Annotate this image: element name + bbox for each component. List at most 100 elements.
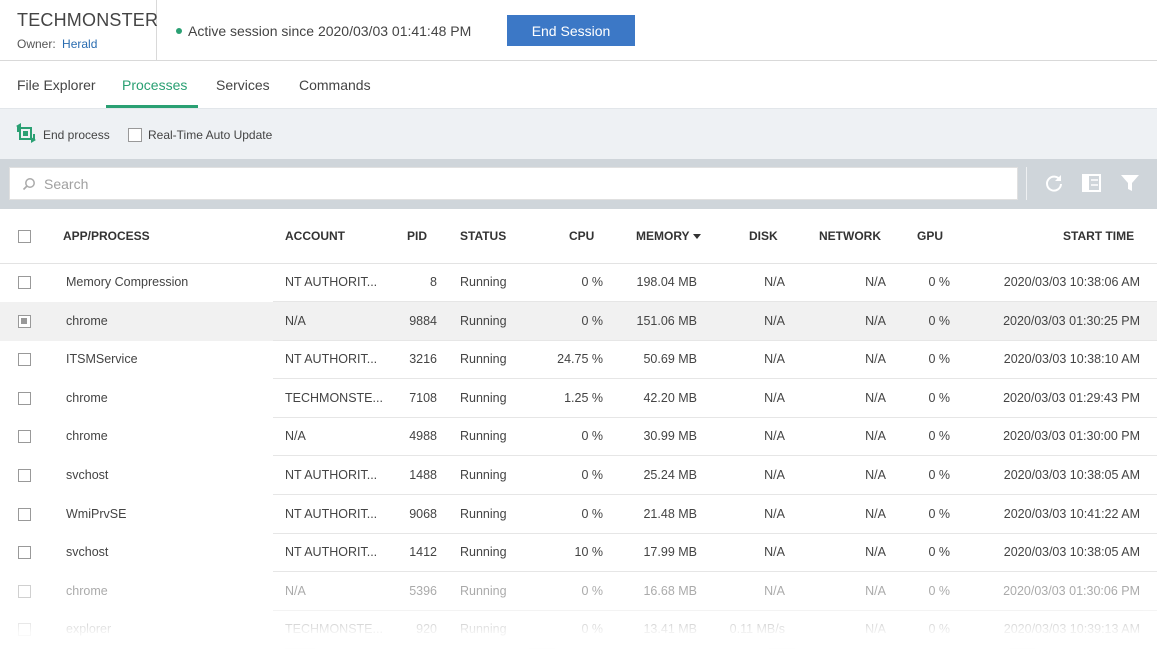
table-row[interactable]: Memory Compression NT AUTHORIT... 8 Running… xyxy=(0,263,1157,302)
cell-memory: 25.24 MB xyxy=(643,468,697,482)
row-select[interactable] xyxy=(18,391,31,408)
cell-status: Running xyxy=(460,275,507,289)
cell-app: WmiPrvSE xyxy=(66,506,127,521)
col-disk[interactable]: DISK xyxy=(749,229,778,243)
row-select[interactable] xyxy=(18,623,31,639)
col-memory[interactable]: MEMORY xyxy=(636,229,701,243)
row-checkbox[interactable] xyxy=(18,391,31,405)
row-checkbox[interactable] xyxy=(18,353,31,367)
col-start-time[interactable]: START TIME xyxy=(1063,229,1134,243)
filter-icon[interactable] xyxy=(1119,172,1141,194)
cell-cpu: 0 % xyxy=(581,429,603,444)
cell-account: N/A xyxy=(285,429,306,444)
cell-network: N/A xyxy=(865,583,886,598)
table-row[interactable]: ITSMService NT AUTHORIT... 3216 Running 24.7… xyxy=(0,340,1157,380)
owner-label: Owner: xyxy=(17,37,56,51)
auto-update-checkbox[interactable] xyxy=(128,128,142,142)
cell-account: NT AUTHORIT... xyxy=(285,352,378,367)
tab-processes[interactable]: Processes xyxy=(122,77,187,93)
row-select[interactable] xyxy=(18,507,31,524)
row-checkbox[interactable] xyxy=(18,430,31,444)
search-box[interactable] xyxy=(9,167,1018,200)
end-process-label: End process xyxy=(43,128,110,142)
cell-memory: 21.48 MB xyxy=(643,506,697,521)
cell-status: Running xyxy=(460,390,507,405)
row-select[interactable] xyxy=(18,469,31,485)
cell-pid: 4988 xyxy=(409,429,437,444)
col-memory-label: MEMORY xyxy=(636,229,690,243)
tab-services[interactable]: Services xyxy=(216,77,270,93)
cell-memory: 42.20 MB xyxy=(643,390,697,405)
col-account[interactable]: ACCOUNT xyxy=(285,229,345,243)
device-info: TECHMONSTER Owner: Herald xyxy=(0,0,158,60)
search-input[interactable] xyxy=(44,168,1004,199)
row-select[interactable] xyxy=(18,314,31,331)
columns-icon[interactable] xyxy=(1081,172,1103,194)
cell-network: N/A xyxy=(865,429,886,444)
end-process-icon[interactable] xyxy=(15,122,37,144)
cell-app: chrome xyxy=(66,429,108,444)
table-row[interactable]: chrome N/A 9884 Running 0 % 151.06 MB N/A N/A 0 … xyxy=(0,301,1157,341)
table-row[interactable]: svchost NT AUTHORIT... 1488 Running 0 % 25.24… xyxy=(0,456,1157,495)
col-network[interactable]: NETWORK xyxy=(819,229,881,243)
search-bar xyxy=(0,159,1157,209)
cell-disk: N/A xyxy=(764,429,785,444)
cell-app: svchost xyxy=(66,468,109,482)
cell-app: chrome xyxy=(66,583,108,598)
select-all-checkbox[interactable] xyxy=(18,230,31,243)
row-select[interactable] xyxy=(18,353,31,369)
row-checkbox[interactable] xyxy=(18,314,31,328)
row-checkbox[interactable] xyxy=(18,276,31,289)
tab-file-explorer[interactable]: File Explorer xyxy=(17,77,96,93)
table-row[interactable]: svchost NT AUTHORIT... 1412 Running 10 % 17.9… xyxy=(0,533,1157,573)
col-app-process[interactable]: APP/PROCESS xyxy=(63,229,150,243)
cell-start-time: 2020/03/03 01:30:06 PM xyxy=(1003,583,1140,598)
end-session-button[interactable]: End Session xyxy=(507,15,635,46)
cell-gpu: 0 % xyxy=(928,583,950,598)
cell-start-time: 2020/03/03 01:29:43 PM xyxy=(1003,390,1140,405)
cell-cpu: 1.25 % xyxy=(564,390,603,405)
cell-network: N/A xyxy=(865,622,886,637)
cell-start-time: 2020/03/03 10:38:05 AM xyxy=(1003,545,1140,560)
auto-update-toggle[interactable]: Real-Time Auto Update xyxy=(128,128,272,142)
row-checkbox[interactable] xyxy=(18,623,31,637)
cell-pid: 7108 xyxy=(409,390,437,405)
row-select[interactable] xyxy=(18,546,31,562)
row-select[interactable] xyxy=(18,276,31,292)
table-row[interactable]: chrome N/A 5396 Running 0 % 16.68 MB N/A N/A 0 %… xyxy=(0,572,1157,611)
table-row[interactable]: chrome TECHMONSTE... 7108 Running 1.25 % 42.2… xyxy=(0,379,1157,418)
row-checkbox[interactable] xyxy=(18,546,31,560)
row-checkbox[interactable] xyxy=(18,584,31,598)
refresh-icon[interactable] xyxy=(1043,172,1065,194)
cell-start-time: 2020/03/03 01:30:25 PM xyxy=(1003,313,1140,328)
tab-bar: File Explorer Processes Services Command… xyxy=(0,61,1157,108)
cell-start-time: 2020/03/03 10:38:06 AM xyxy=(1003,275,1140,289)
cell-cpu: 0 % xyxy=(581,313,603,328)
table-row[interactable]: chrome N/A 4988 Running 0 % 30.99 MB N/A N/A 0 %… xyxy=(0,417,1157,457)
row-select[interactable] xyxy=(18,430,31,446)
row-select[interactable] xyxy=(18,584,31,601)
cell-cpu: 0 % xyxy=(581,275,603,289)
cell-app: chrome xyxy=(66,390,108,405)
row-checkbox[interactable] xyxy=(18,469,31,482)
row-checkbox[interactable] xyxy=(18,507,31,521)
tab-commands[interactable]: Commands xyxy=(299,77,371,93)
search-divider xyxy=(1026,167,1027,200)
col-pid[interactable]: PID xyxy=(407,229,427,243)
cell-disk: N/A xyxy=(764,468,785,482)
owner-link[interactable]: Herald xyxy=(62,37,97,51)
cell-gpu: 0 % xyxy=(928,313,950,328)
end-process-button[interactable]: End process xyxy=(43,128,110,142)
cell-status: Running xyxy=(460,429,507,444)
cell-start-time: 2020/03/03 10:41:22 AM xyxy=(1003,506,1140,521)
cell-gpu: 0 % xyxy=(928,468,950,482)
col-gpu[interactable]: GPU xyxy=(917,229,943,243)
cell-pid: 8 xyxy=(430,275,437,289)
cell-app: explorer xyxy=(66,622,112,637)
cell-pid: 5396 xyxy=(409,583,437,598)
cell-memory: 151.06 MB xyxy=(636,313,697,328)
col-status[interactable]: STATUS xyxy=(460,229,506,243)
table-row[interactable]: WmiPrvSE NT AUTHORIT... 9068 Running 0 % 21.4… xyxy=(0,495,1157,534)
cell-cpu: 0 % xyxy=(581,506,603,521)
col-cpu[interactable]: CPU xyxy=(569,229,594,243)
